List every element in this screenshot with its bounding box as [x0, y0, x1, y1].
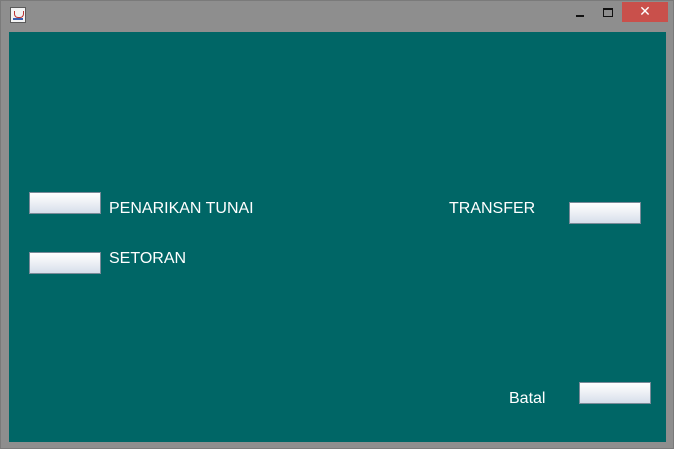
app-window: ✕ PENARIKAN TUNAI SETORAN TRANSFER Batal	[0, 0, 674, 449]
close-button[interactable]: ✕	[622, 2, 668, 22]
transfer-button[interactable]	[569, 202, 641, 224]
setoran-button[interactable]	[29, 252, 101, 274]
close-icon: ✕	[639, 4, 651, 20]
penarikan-tunai-button[interactable]	[29, 192, 101, 214]
main-panel: PENARIKAN TUNAI SETORAN TRANSFER Batal	[9, 32, 666, 442]
java-app-icon	[10, 7, 26, 23]
minimize-button[interactable]	[567, 2, 593, 22]
maximize-icon	[603, 8, 613, 18]
batal-button[interactable]	[579, 382, 651, 404]
penarikan-tunai-label: PENARIKAN TUNAI	[109, 200, 254, 217]
minimize-icon	[576, 14, 584, 17]
maximize-button[interactable]	[595, 2, 621, 22]
setoran-label: SETORAN	[109, 250, 187, 267]
batal-label: Batal	[509, 390, 546, 407]
transfer-label: TRANSFER	[449, 200, 536, 217]
title-bar[interactable]: ✕	[1, 1, 673, 31]
